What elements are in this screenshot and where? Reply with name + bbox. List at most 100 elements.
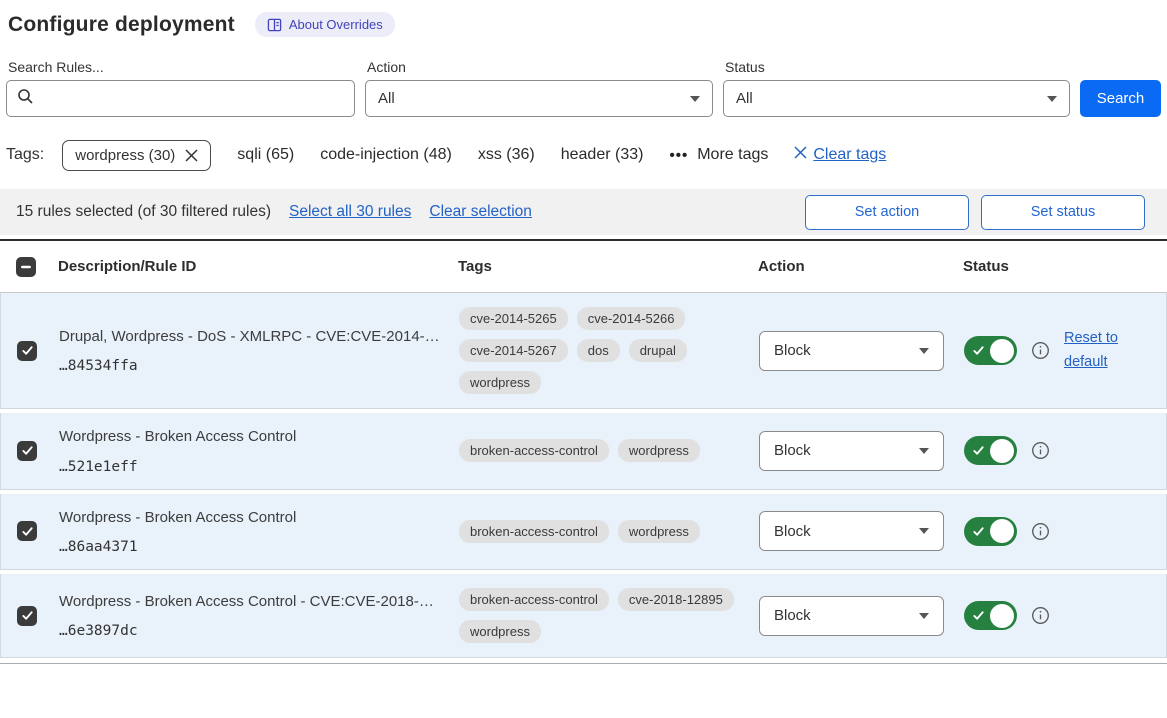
select-all-link[interactable]: Select all 30 rules <box>289 203 411 221</box>
column-action: Action <box>758 258 963 275</box>
tags-bar: Tags: wordpress (30) sqli (65) code-inje… <box>0 137 1167 173</box>
rule-description: Wordpress - Broken Access Control <box>59 508 443 528</box>
selected-tag-wordpress[interactable]: wordpress (30) <box>62 140 211 171</box>
toggle-knob <box>990 339 1014 363</box>
rule-action-value: Block <box>774 523 811 540</box>
tag-pill: wordpress <box>459 620 541 643</box>
rules-table: Description/Rule ID Tags Action Status D… <box>0 239 1167 664</box>
search-button[interactable]: Search <box>1080 80 1161 117</box>
set-action-button[interactable]: Set action <box>805 195 969 230</box>
chevron-down-icon <box>690 96 700 102</box>
search-icon <box>17 88 34 110</box>
rule-tags: broken-access-control wordpress <box>459 520 759 543</box>
tag-pill: broken-access-control <box>459 520 609 543</box>
tag-pill: broken-access-control <box>459 588 609 611</box>
rule-enabled-toggle[interactable] <box>964 601 1017 630</box>
tag-pill: cve-2018-12895 <box>618 588 734 611</box>
toggle-knob <box>990 604 1014 628</box>
tag-pill: drupal <box>629 339 687 362</box>
rule-action-value: Block <box>774 607 811 624</box>
selection-summary: 15 rules selected (of 30 filtered rules) <box>16 203 271 221</box>
chevron-down-icon <box>919 528 929 534</box>
book-icon <box>267 18 282 32</box>
clear-tags-x-icon <box>794 146 807 164</box>
rule-status-cell <box>964 436 1166 465</box>
rule-status-cell <box>964 517 1166 546</box>
rule-enabled-toggle[interactable] <box>964 517 1017 546</box>
tag-option-header[interactable]: header (33) <box>561 146 644 164</box>
tag-pill: cve-2014-5267 <box>459 339 568 362</box>
chevron-down-icon <box>1047 96 1057 102</box>
rule-description-cell: Wordpress - Broken Access Control …86aa4… <box>59 508 459 556</box>
row-checkbox[interactable] <box>17 521 37 541</box>
rule-tags: broken-access-controlwordpress <box>459 439 759 462</box>
page-header: Configure deployment About Overrides <box>0 0 1167 37</box>
rule-action-select[interactable]: Block <box>759 431 944 471</box>
clear-selection-link[interactable]: Clear selection <box>429 203 532 221</box>
table-row: Drupal, Wordpress - DoS - XMLRPC - CVE:C… <box>0 293 1167 409</box>
tag-option-xss[interactable]: xss (36) <box>478 146 535 164</box>
set-status-button[interactable]: Set status <box>981 195 1145 230</box>
rule-enabled-toggle[interactable] <box>964 336 1017 365</box>
tag-option-code-injection[interactable]: code-injection (48) <box>320 146 452 164</box>
remove-tag-icon[interactable] <box>185 149 198 162</box>
rule-description-cell: Drupal, Wordpress - DoS - XMLRPC - CVE:C… <box>59 327 459 375</box>
table-header: Description/Rule ID Tags Action Status <box>0 241 1167 293</box>
reset-to-default-link[interactable]: Reset to default <box>1064 327 1130 373</box>
chevron-down-icon <box>919 613 929 619</box>
rule-status-cell <box>964 601 1166 630</box>
chevron-down-icon <box>919 448 929 454</box>
row-checkbox[interactable] <box>17 606 37 626</box>
info-icon[interactable] <box>1031 606 1050 625</box>
rule-action-select[interactable]: Block <box>759 331 944 371</box>
rule-id: …84534ffa <box>59 358 443 374</box>
table-bottom-divider <box>0 663 1167 664</box>
row-checkbox[interactable] <box>17 441 37 461</box>
row-checkbox[interactable] <box>17 341 37 361</box>
info-icon[interactable] <box>1031 441 1050 460</box>
status-filter-value: All <box>736 90 753 107</box>
tag-pill: dos <box>577 339 620 362</box>
select-all-checkbox[interactable] <box>16 257 36 277</box>
table-row: Wordpress - Broken Access Control …86aa4… <box>0 494 1167 571</box>
rule-id: …6e3897dc <box>59 623 443 639</box>
tag-pill: cve-2014-5265 <box>459 307 568 330</box>
page-title: Configure deployment <box>8 13 235 37</box>
info-icon[interactable] <box>1031 522 1050 541</box>
tag-pill: cve-2014-5266 <box>577 307 686 330</box>
selected-tag-label: wordpress (30) <box>75 147 175 164</box>
status-filter-label: Status <box>725 59 1070 75</box>
rule-enabled-toggle[interactable] <box>964 436 1017 465</box>
rule-action-value: Block <box>774 342 811 359</box>
rule-tags: broken-access-control cve-2018-12895 wordp… <box>459 588 759 643</box>
info-icon[interactable] <box>1031 341 1050 360</box>
rule-description: Drupal, Wordpress - DoS - XMLRPC - CVE:C… <box>59 327 443 347</box>
rule-status-cell: Reset to default <box>964 327 1166 373</box>
more-tags-label: More tags <box>697 146 768 164</box>
more-tags-button[interactable]: ••• More tags <box>669 146 768 164</box>
about-overrides-badge[interactable]: About Overrides <box>255 12 395 37</box>
rule-description-cell: Wordpress - Broken Access Control …521e1… <box>59 427 459 475</box>
toggle-knob <box>990 519 1014 543</box>
tag-pill: broken-access-control <box>459 439 609 462</box>
rule-description-cell: Wordpress - Broken Access Control - CVE:… <box>59 592 459 640</box>
column-status: Status <box>963 258 1167 275</box>
action-filter-select[interactable]: All <box>365 80 713 117</box>
rule-action-cell: Block <box>759 596 964 636</box>
clear-tags-button[interactable]: Clear tags <box>794 146 886 164</box>
table-row: Wordpress - Broken Access Control …521e1… <box>0 413 1167 490</box>
about-overrides-label: About Overrides <box>289 17 383 32</box>
rule-id: …521e1eff <box>59 459 443 475</box>
tag-pill: wordpress <box>618 520 700 543</box>
search-rules-input[interactable] <box>42 90 344 107</box>
action-filter-value: All <box>378 90 395 107</box>
status-filter-select[interactable]: All <box>723 80 1070 117</box>
tag-option-sqli[interactable]: sqli (65) <box>237 146 294 164</box>
rule-action-select[interactable]: Block <box>759 511 944 551</box>
rule-action-select[interactable]: Block <box>759 596 944 636</box>
filter-bar: Search Rules... Action All Status All Se… <box>0 45 1167 117</box>
toggle-knob <box>990 439 1014 463</box>
search-rules-label: Search Rules... <box>8 59 355 75</box>
table-row: Wordpress - Broken Access Control - CVE:… <box>0 574 1167 658</box>
rule-action-value: Block <box>774 442 811 459</box>
